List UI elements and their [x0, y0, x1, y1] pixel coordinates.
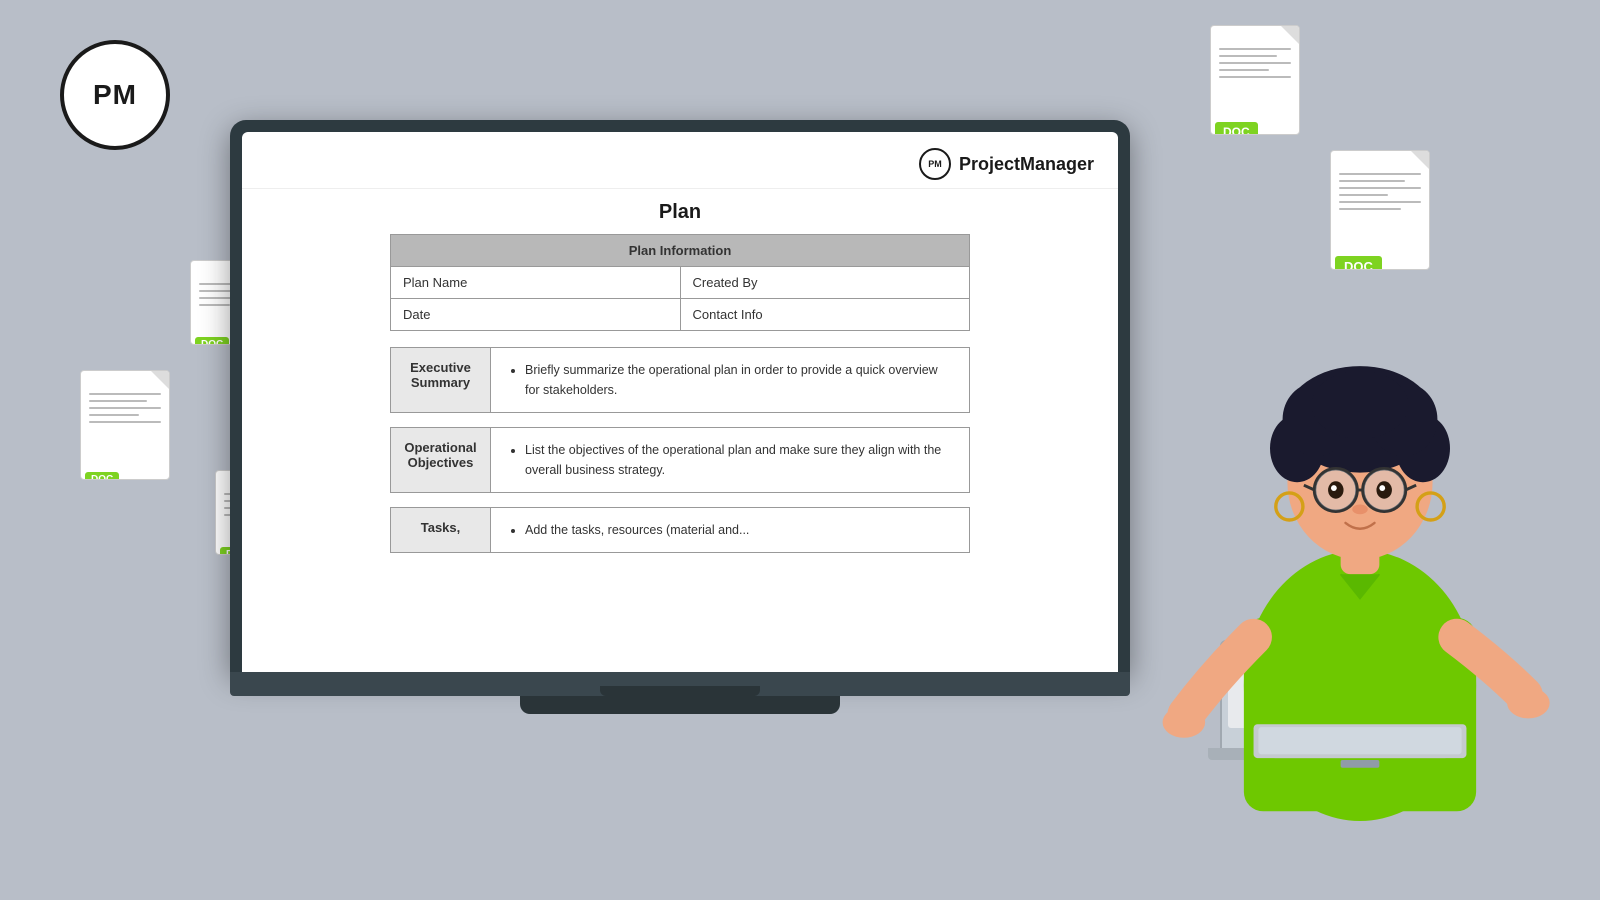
doc-line [1219, 62, 1291, 64]
doc-line [1219, 76, 1291, 78]
created-by-label: Created By [680, 267, 970, 299]
laptop-base [230, 672, 1130, 696]
operational-objectives-label: OperationalObjectives [391, 428, 491, 493]
date-label: Date [391, 299, 681, 331]
doc-line [1339, 201, 1421, 203]
pm-brand-name: ProjectManager [959, 154, 1094, 175]
doc-lines [1219, 48, 1291, 83]
doc-icon: DOC [80, 370, 150, 455]
laptop-screen-inner: PM ProjectManager Plan Plan Information … [242, 132, 1118, 672]
doc-line [89, 400, 147, 402]
pm-brand-circle-text: PM [928, 159, 942, 169]
laptop-screen-outer: PM ProjectManager Plan Plan Information … [230, 120, 1130, 672]
doc-line [1339, 194, 1388, 196]
executive-summary-content: Briefly summarize the operational plan i… [491, 348, 970, 413]
executive-summary-section: ExecutiveSummary Briefly summarize the o… [390, 347, 970, 413]
doc-line [199, 304, 230, 306]
doc-badge: DOC [85, 472, 119, 480]
doc-line [89, 407, 161, 409]
plan-info-header: Plan Information [391, 235, 970, 267]
doc-line [1219, 69, 1269, 71]
pm-logo: PM [60, 40, 170, 150]
doc-lines [89, 393, 161, 428]
tasks-text: Add the tasks, resources (material and..… [525, 520, 953, 540]
doc-line [1219, 48, 1291, 50]
doc-line [1339, 180, 1405, 182]
pm-logo-text: PM [93, 79, 137, 111]
doc-paper: DOC [80, 370, 170, 480]
person-illustration [1150, 250, 1570, 850]
doc-paper: DOC [1210, 25, 1300, 135]
doc-float-left-mid: DOC [80, 370, 150, 455]
executive-summary-label: ExecutiveSummary [391, 348, 491, 413]
plan-information-table: Plan Information Plan Name Created By Da… [390, 234, 970, 331]
doc-lines [1339, 173, 1421, 215]
doc-line [89, 421, 161, 423]
doc-badge: DOC [1215, 122, 1258, 135]
doc-icon: DOC [1330, 150, 1400, 235]
doc-line [1339, 187, 1421, 189]
plan-name-label: Plan Name [391, 267, 681, 299]
operational-objectives-text: List the objectives of the operational p… [525, 440, 953, 480]
laptop-foot [520, 696, 840, 714]
doc-line [89, 414, 139, 416]
doc-line [1339, 208, 1401, 210]
tasks-label: Tasks, [391, 508, 491, 553]
doc-badge: DOC [195, 337, 229, 345]
executive-summary-text: Briefly summarize the operational plan i… [525, 360, 953, 400]
pm-brand: PM ProjectManager [919, 148, 1094, 180]
doc-line [89, 393, 161, 395]
doc-line [1219, 55, 1277, 57]
tasks-section: Tasks, Add the tasks, resources (materia… [390, 507, 970, 553]
doc-icon: DOC [1210, 25, 1280, 110]
contact-info-label: Contact Info [680, 299, 970, 331]
document-content: PM ProjectManager Plan Plan Information … [242, 132, 1118, 553]
doc-float-right-mid: DOC [1330, 150, 1400, 235]
doc-header: PM ProjectManager [242, 132, 1118, 189]
pm-brand-circle: PM [919, 148, 951, 180]
operational-objectives-content: List the objectives of the operational p… [491, 428, 970, 493]
laptop: PM ProjectManager Plan Plan Information … [230, 120, 1130, 714]
doc-line [1339, 173, 1421, 175]
tasks-content: Add the tasks, resources (material and..… [491, 508, 970, 553]
document-title: Plan [242, 189, 1118, 234]
doc-float-top-right: DOC [1210, 25, 1280, 110]
operational-objectives-section: OperationalObjectives List the objective… [390, 427, 970, 493]
